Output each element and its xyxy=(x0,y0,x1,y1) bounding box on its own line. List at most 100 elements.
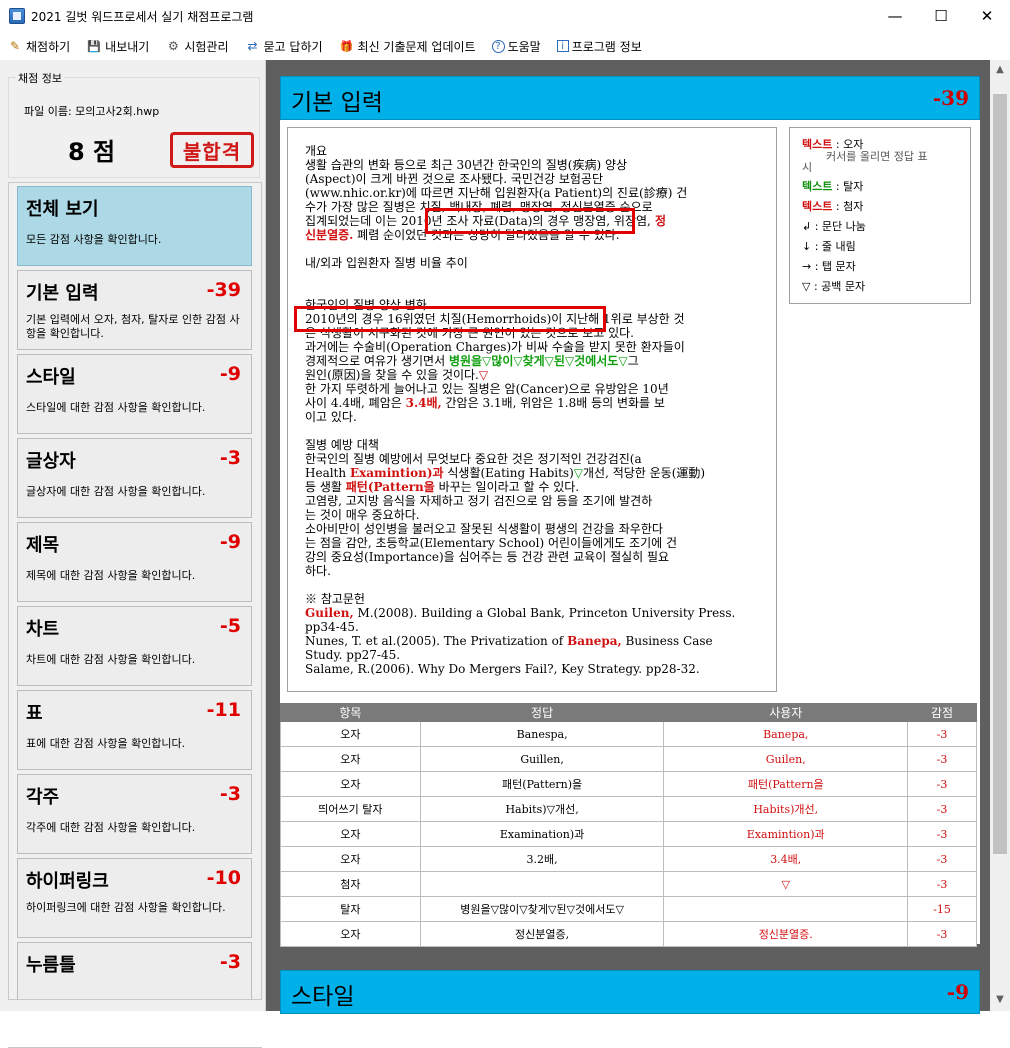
info-icon: i xyxy=(556,40,569,52)
cell-deduction: -3 xyxy=(907,746,977,772)
table-row[interactable]: 오자 3.2배, 3.4배, -3 xyxy=(280,846,977,872)
scroll-down-icon[interactable]: ▼ xyxy=(990,990,1010,1008)
highlight-box xyxy=(294,306,606,332)
category-desc: 글상자에 대한 감점 사항을 확인합니다. xyxy=(26,485,206,498)
category-title: 기본 입력 xyxy=(26,283,99,304)
vertical-scrollbar[interactable]: ▲ ▼ xyxy=(990,60,1010,1011)
menu-help[interactable]: ? 도움말 xyxy=(491,38,541,55)
doc-text: Nunes, T. et al.(2005). The Privatizatio… xyxy=(305,634,568,648)
category-desc: 스타일에 대한 감점 사항을 확인합니다. xyxy=(26,401,206,414)
typo-mark[interactable]: 신분열증. xyxy=(305,228,353,242)
category-title: 전체 보기 xyxy=(26,199,99,220)
doc-line: 생활 습관의 변화 등으로 최근 30년간 한국인의 질병(疾病) 양상 xyxy=(305,158,628,172)
doc-line: (Aspect)이 크게 바뀐 것으로 조사됐다. 국민건강 보험공단 xyxy=(305,172,604,186)
cell-item: 오자 xyxy=(280,846,421,872)
legend-extra: 텍스트 : 첨자 xyxy=(802,198,863,214)
doc-text: 간암은 3.1배, 위암은 1.8배 등의 변화를 보 xyxy=(441,396,665,410)
category-title: 제목 xyxy=(26,535,60,556)
left-panel: 채점 정보 파일 이름: 모의고사2회.hwp 8 점 불합격 전체 보기 모든… xyxy=(0,60,266,1048)
table-row[interactable]: 오자 패턴(Pattern)을 패턴(Pattern을 -3 xyxy=(280,771,977,797)
category-chart[interactable]: 차트 -5 차트에 대한 감점 사항을 확인합니다. xyxy=(17,606,252,686)
close-button[interactable]: ✕ xyxy=(964,0,1010,32)
section-score: -39 xyxy=(932,86,969,110)
cell-user: 패턴(Pattern을 xyxy=(663,771,909,797)
table-row[interactable]: 띄어쓰기 탈자 Habits)▽개선, Habits)개선, -3 xyxy=(280,796,977,822)
doc-text: 등 생활 xyxy=(305,480,346,494)
menu-about[interactable]: i 프로그램 정보 xyxy=(556,38,642,55)
maximize-button[interactable]: ☐ xyxy=(918,0,964,32)
table-row[interactable]: 오자 Banespa, Banepa, -3 xyxy=(280,721,977,747)
section-title: 스타일 xyxy=(291,984,355,1010)
typo-mark[interactable]: 패턴(Pattern을 xyxy=(346,480,435,494)
cell-answer: 정신분열증, xyxy=(419,921,665,947)
gear-icon: ⚙ xyxy=(167,39,179,53)
cell-user: Guilen, xyxy=(663,746,909,772)
app-icon xyxy=(9,8,25,24)
menu-label: 시험관리 xyxy=(184,39,229,54)
menu-grade[interactable]: ✎ 채점하기 xyxy=(7,38,70,55)
typo-mark[interactable]: 3.4배, xyxy=(406,396,442,410)
doc-text: 원인(原因)을 찾을 수 있을 것이다. xyxy=(305,368,479,382)
scroll-thumb[interactable] xyxy=(993,94,1007,854)
category-basic-input[interactable]: 기본 입력 -39 기본 입력에서 오자, 첨자, 탈자로 인한 감점 사항을 … xyxy=(17,270,252,350)
doc-line: 강의 중요성(Importance)을 심어주는 등 건강 관련 교육이 절실히… xyxy=(305,550,670,564)
category-heading[interactable]: 제목 -9 제목에 대한 감점 사항을 확인합니다. xyxy=(17,522,252,602)
menu-update[interactable]: 🎁 최신 기출문제 업데이트 xyxy=(339,38,476,55)
category-style[interactable]: 스타일 -9 스타일에 대한 감점 사항을 확인합니다. xyxy=(17,354,252,434)
typo-mark[interactable]: Examintion)과 xyxy=(350,466,444,480)
cell-item: 첨자 xyxy=(280,871,421,897)
menu-label: 내보내기 xyxy=(105,39,150,54)
menu-exam-manage[interactable]: ⚙ 시험관리 xyxy=(165,38,229,55)
typo-mark[interactable]: Guilen, xyxy=(305,606,354,620)
section-title: 기본 입력 xyxy=(291,90,383,116)
legend-label: : 첨자 xyxy=(832,200,864,213)
scroll-up-icon[interactable]: ▲ xyxy=(990,60,1010,78)
table-row[interactable]: 첨자 ▽ -3 xyxy=(280,871,977,897)
category-hyperlink[interactable]: 하이퍼링크 -10 하이퍼링크에 대한 감점 사항을 확인합니다. xyxy=(17,858,252,938)
menu-label: 채점하기 xyxy=(26,39,71,54)
minimize-button[interactable]: — xyxy=(872,0,918,32)
legend-tab: → : 탭 문자 xyxy=(802,260,856,273)
category-list[interactable]: 전체 보기 모든 감점 사항을 확인합니다. 기본 입력 -39 기본 입력에서… xyxy=(8,182,262,1000)
legend-missing: 텍스트 : 탈자 xyxy=(802,178,863,194)
doc-text: 식생활(Eating Habits) xyxy=(443,466,574,480)
missing-mark[interactable]: 병원을▽많이▽찾게▽된▽것에서도▽ xyxy=(449,354,628,368)
category-footnote[interactable]: 각주 -3 각주에 대한 감점 사항을 확인합니다. xyxy=(17,774,252,854)
menu-qa[interactable]: ⇄ 묻고 답하기 xyxy=(245,38,322,55)
menu-export[interactable]: 💾 내보내기 xyxy=(86,38,149,55)
doc-line: Salame, R.(2006). Why Do Mergers Fail?, … xyxy=(305,662,700,676)
category-table[interactable]: 표 -11 표에 대한 감점 사항을 확인합니다. xyxy=(17,690,252,770)
category-all[interactable]: 전체 보기 모든 감점 사항을 확인합니다. xyxy=(17,186,252,266)
cell-deduction: -3 xyxy=(907,821,977,847)
doc-text: 바꾸는 일이라고 할 수 있다. xyxy=(434,480,580,494)
category-title: 각주 xyxy=(26,787,60,808)
category-desc: 표에 대한 감점 사항을 확인합니다. xyxy=(26,737,186,750)
section-header-style: 스타일 -9 xyxy=(280,970,980,1014)
table-row[interactable]: 오자 정신분열증, 정신분열증. -3 xyxy=(280,921,977,947)
cell-deduction: -3 xyxy=(907,921,977,947)
category-title: 누름틀 xyxy=(26,955,76,976)
typo-mark[interactable]: 정 xyxy=(651,214,666,228)
cell-item: 오자 xyxy=(280,746,421,772)
extra-mark[interactable]: ▽ xyxy=(479,368,488,382)
table-row[interactable]: 오자 Examination)과 Examintion)과 -3 xyxy=(280,821,977,847)
category-textbox[interactable]: 글상자 -3 글상자에 대한 감점 사항을 확인합니다. xyxy=(17,438,252,518)
cell-user: 3.4배, xyxy=(663,846,909,872)
typo-mark[interactable]: Banepa, xyxy=(567,634,622,648)
legend-sample: 텍스트 xyxy=(802,200,833,213)
category-fieldbox[interactable]: 누름틀 -3 xyxy=(17,942,252,999)
legend-hint: 커서를 올리면 정답 표 xyxy=(826,150,928,163)
doc-line: 고염량, 고지방 음식을 자제하고 정기 검진으로 암 등을 조기에 발견하 xyxy=(305,494,653,508)
doc-line: 경제적으로 여유가 생기면서 병원을▽많이▽찾게▽된▽것에서도▽그 xyxy=(305,354,761,368)
table-row[interactable]: 오자 Guillen, Guilen, -3 xyxy=(280,746,977,772)
doc-text: Business Case xyxy=(621,634,713,648)
cell-deduction: -3 xyxy=(907,846,977,872)
doc-line: 개요 xyxy=(305,144,328,158)
doc-line: 내/외과 입원환자 질병 비율 추이 xyxy=(305,256,468,270)
category-score: -5 xyxy=(219,615,241,637)
cell-user xyxy=(663,896,909,922)
table-row[interactable]: 탈자 병원을▽많이▽찾게▽된▽것에서도▽ -15 xyxy=(280,896,977,922)
doc-line: Nunes, T. et al.(2005). The Privatizatio… xyxy=(305,634,761,648)
cell-deduction: -15 xyxy=(907,896,977,922)
missing-mark[interactable]: ▽ xyxy=(574,466,583,480)
